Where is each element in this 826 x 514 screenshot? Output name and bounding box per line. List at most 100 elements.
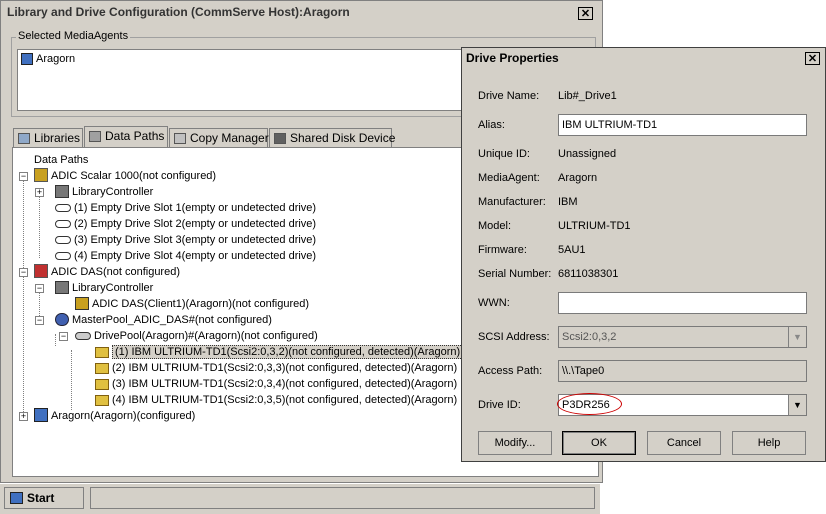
library-icon [18,133,30,144]
drive-slot-icon [55,220,71,228]
tree-node-label: (3) Empty Drive Slot 3(empty or undetect… [74,234,317,246]
tree-expander[interactable]: − [35,284,44,293]
tree-node-controller-client[interactable]: ADIC DAS(Client1)(Aragorn)(not configure… [75,296,309,312]
server-icon [21,53,33,65]
tape-drive-icon [95,395,109,406]
tree-node-drive-selected[interactable]: (1) IBM ULTRIUM-TD1(Scsi2:0,3,2)(not con… [95,344,464,360]
help-button[interactable]: Help [732,431,806,455]
start-button[interactable]: Start [4,487,84,509]
library-icon [34,264,48,278]
tab-data-paths-label: Data Paths [105,129,165,143]
chevron-down-icon[interactable]: ▼ [788,395,806,415]
tab-copy-manager-label: Copy Manager [190,131,269,145]
tree-node-master-pool[interactable]: MasterPool_ADIC_DAS#(not configured) [55,312,272,328]
library-controller-icon [55,185,69,198]
tree-node-label: ADIC DAS(Client1)(Aragorn)(not configure… [92,298,310,310]
wwn-input[interactable] [558,292,807,314]
shared-disk-icon [274,133,286,144]
tree-node-label: Aragorn(Aragorn)(configured) [51,410,196,422]
mediaagent-item[interactable]: Aragorn [21,53,75,65]
dialog-title: Drive Properties [463,49,824,68]
tree-expander[interactable]: − [35,316,44,325]
copy-manager-icon [174,133,186,144]
manufacturer-label: Manufacturer: [478,196,546,208]
access-path-label: Access Path: [478,365,543,377]
tree-expander[interactable]: − [19,268,28,277]
tree-node-label: ADIC DAS(not configured) [51,266,180,278]
tree-node-label: (4) IBM ULTRIUM-TD1(Scsi2:0,3,5)(not con… [112,394,458,406]
tree-node-label: (2) Empty Drive Slot 2(empty or undetect… [74,218,317,230]
drive-name-label: Drive Name: [478,90,540,102]
tab-libraries-label: Libraries [34,131,81,145]
tree-node-label: LibraryController [72,282,154,294]
tree-node-controller[interactable]: LibraryController [55,184,153,200]
tree-expander[interactable]: + [35,188,44,197]
tree-node-drive-slot[interactable]: (1) Empty Drive Slot 1(empty or undetect… [55,200,316,216]
manufacturer-value: IBM [558,196,578,208]
tree-node-label: (4) Empty Drive Slot 4(empty or undetect… [74,250,317,262]
wwn-label: WWN: [478,297,510,309]
tree-node-controller[interactable]: LibraryController [55,280,153,296]
drive-id-label: Drive ID: [478,399,521,411]
ok-button[interactable]: OK [562,431,636,455]
tape-drive-icon [95,363,109,374]
serial-number-label: Serial Number: [478,268,552,280]
tree-expander[interactable]: + [19,412,28,421]
tree-node-host[interactable]: Aragorn(Aragorn)(configured) [34,408,195,424]
tree-node-drive-slot[interactable]: (4) Empty Drive Slot 4(empty or undetect… [55,248,316,264]
tree-guide [39,190,40,258]
tree-node-library[interactable]: ADIC DAS(not configured) [34,264,180,280]
alias-input[interactable]: IBM ULTRIUM-TD1 [558,114,807,136]
firmware-value: 5AU1 [558,244,586,256]
tree-guide [71,350,72,410]
tree-node-drive[interactable]: (3) IBM ULTRIUM-TD1(Scsi2:0,3,4)(not con… [95,376,457,392]
modify-button[interactable]: Modify... [478,431,552,455]
main-window-close-button[interactable]: ✕ [578,7,593,20]
tree-node-drive[interactable]: (2) IBM ULTRIUM-TD1(Scsi2:0,3,3)(not con… [95,360,457,376]
tree-node-label: (3) IBM ULTRIUM-TD1(Scsi2:0,3,4)(not con… [112,378,458,390]
tree-node-drive-slot[interactable]: (2) Empty Drive Slot 2(empty or undetect… [55,216,316,232]
tree-node-drive-pool[interactable]: DrivePool(Aragorn)#(Aragorn)(not configu… [75,328,318,344]
cancel-button[interactable]: Cancel [647,431,721,455]
start-button-label: Start [27,491,55,505]
dialog-close-button[interactable]: ✕ [805,52,820,65]
tree-node-library[interactable]: ADIC Scalar 1000(not configured) [34,168,216,184]
mediaagent-label: MediaAgent: [478,172,540,184]
tab-data-paths[interactable]: Data Paths [84,126,168,147]
tree-node-drive-slot[interactable]: (3) Empty Drive Slot 3(empty or undetect… [55,232,316,248]
scsi-address-value: Scsi2:0,3,2 [562,331,617,343]
main-window-title: Library and Drive Configuration (CommSer… [3,3,600,22]
tab-libraries[interactable]: Libraries [13,128,83,147]
library-controller-icon [75,297,89,310]
taskbar: Start [0,483,600,514]
tree-node-label: (1) IBM ULTRIUM-TD1(Scsi2:0,3,2)(not con… [112,345,464,359]
tree-expander[interactable]: − [19,172,28,181]
alias-label: Alias: [478,119,505,131]
mediaagent-value: Aragorn [558,172,598,184]
tape-drive-icon [95,347,109,358]
tree-node-label: DrivePool(Aragorn)#(Aragorn)(not configu… [94,330,318,342]
master-pool-icon [55,313,69,326]
drive-slot-icon [55,252,71,260]
drive-properties-dialog: Drive Properties ✕ Drive Name: Lib#_Driv… [461,47,826,462]
tab-shared-disk-device-label: Shared Disk Device [290,131,396,145]
tree-node-label: ADIC Scalar 1000(not configured) [51,170,217,182]
windows-logo-icon [10,492,23,504]
drive-pool-icon [75,332,91,340]
library-controller-icon [55,281,69,294]
access-path-field: \\.\Tape0 [558,360,807,382]
library-icon [34,168,48,182]
tree-node-drive[interactable]: (4) IBM ULTRIUM-TD1(Scsi2:0,3,5)(not con… [95,392,457,408]
tree-expander[interactable]: − [59,332,68,341]
serial-number-value: 6811038301 [558,268,619,280]
drive-name-value: Lib#_Drive1 [558,90,617,102]
model-value: ULTRIUM-TD1 [558,220,631,232]
drive-id-select[interactable]: P3DR256 ▼ [558,394,807,416]
tab-copy-manager[interactable]: Copy Manager [169,128,269,147]
taskbar-tray [90,487,595,509]
unique-id-value: Unassigned [558,148,617,160]
mediaagents-list[interactable]: Aragorn [17,49,472,111]
tab-shared-disk-device[interactable]: Shared Disk Device [269,128,396,147]
drive-slot-icon [55,204,71,212]
data-paths-icon [89,131,101,142]
